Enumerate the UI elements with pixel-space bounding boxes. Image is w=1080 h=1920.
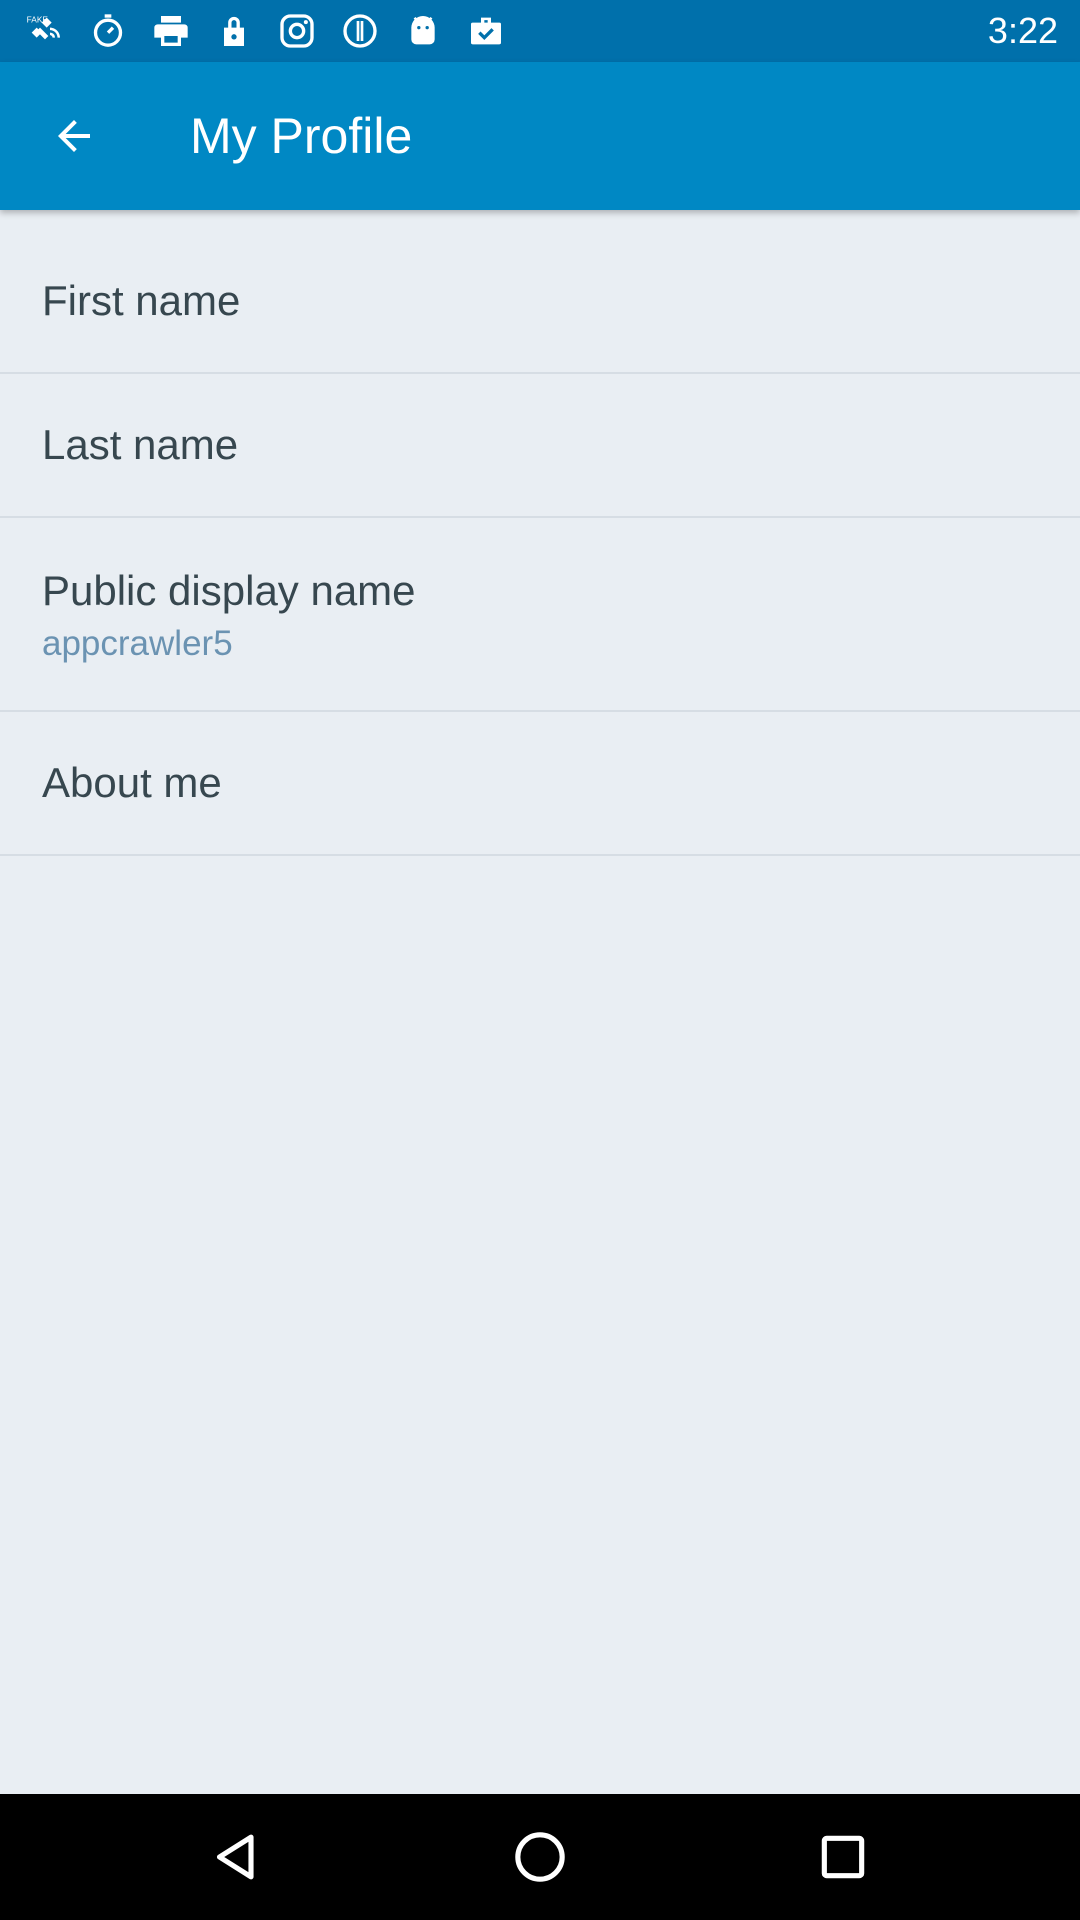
back-button[interactable] (30, 92, 118, 180)
svg-text:FAKE: FAKE (27, 15, 49, 25)
arrow-back-icon (58, 120, 90, 152)
about-me-label: About me (42, 759, 222, 806)
public-display-name-row[interactable]: Public display name appcrawler5 (0, 518, 1080, 712)
public-display-name-value: appcrawler5 (42, 624, 233, 663)
first-name-row[interactable]: First name (0, 210, 1080, 374)
recents-square-icon (821, 1835, 865, 1879)
navigation-bar (0, 1794, 1080, 1920)
profile-list: First name Last name Public display name… (0, 210, 1080, 856)
fake-gps-icon: FAKE (22, 8, 68, 54)
app-bar: My Profile (0, 62, 1080, 210)
info-icon (337, 8, 383, 54)
print-icon (148, 8, 194, 54)
instagram-icon (274, 8, 320, 54)
status-bar: FAKE 3:22 (0, 0, 1080, 62)
stopwatch-icon (85, 8, 131, 54)
last-name-label: Last name (42, 421, 239, 468)
lock-icon (211, 8, 257, 54)
public-display-name-label: Public display name (42, 567, 416, 614)
android-icon (400, 8, 446, 54)
status-icons: FAKE (22, 8, 526, 54)
last-name-row[interactable]: Last name (0, 374, 1080, 518)
nav-home-button[interactable] (490, 1812, 590, 1902)
first-name-label: First name (42, 277, 241, 324)
home-circle-icon (515, 1832, 565, 1882)
about-me-row[interactable]: About me (0, 712, 1080, 856)
nav-recents-button[interactable] (793, 1812, 893, 1902)
back-triangle-icon (216, 1834, 254, 1880)
status-time: 3:22 (987, 10, 1058, 51)
nav-back-button[interactable] (187, 1812, 287, 1902)
page-title: My Profile (190, 108, 413, 164)
briefcase-check-icon (463, 8, 509, 54)
